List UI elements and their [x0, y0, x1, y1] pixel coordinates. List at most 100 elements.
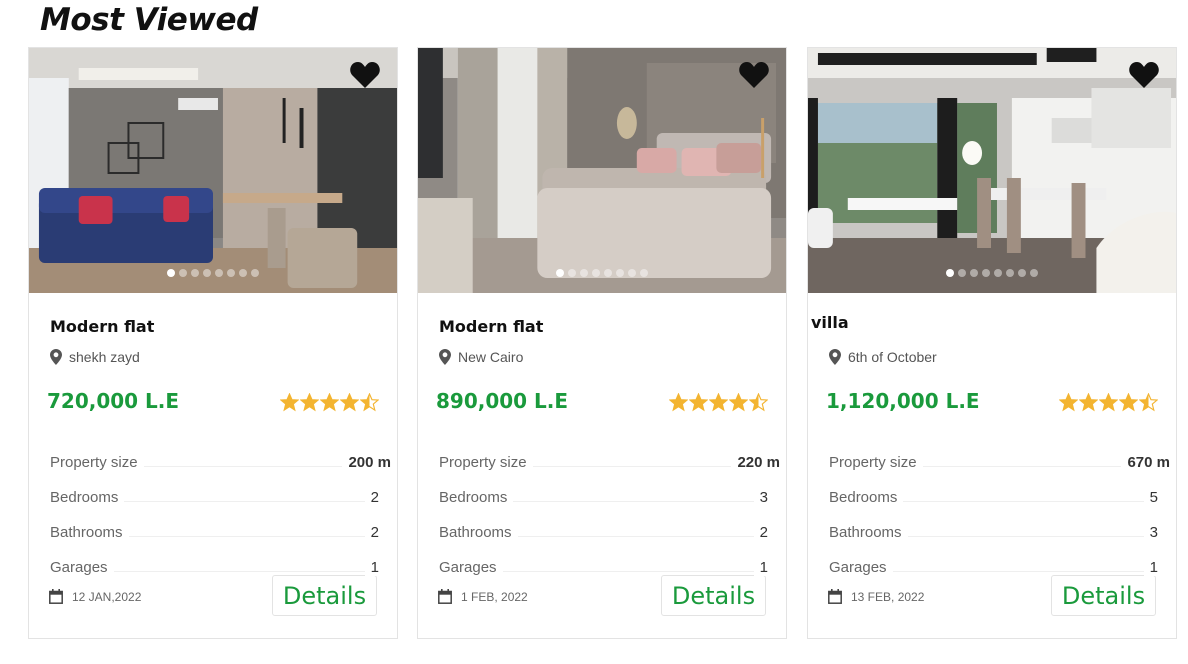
carousel-dot[interactable] [191, 269, 199, 277]
spec-bathrooms: Bathrooms 2 [50, 515, 379, 550]
living-room-photo [29, 48, 397, 293]
carousel-dot[interactable] [592, 269, 600, 277]
star-half-icon [360, 393, 379, 412]
star-full-icon [669, 393, 688, 412]
bedroom-photo [418, 48, 786, 293]
listing-title[interactable]: Modern flat [50, 317, 154, 336]
carousel-dots [556, 269, 648, 277]
carousel-dot[interactable] [239, 269, 247, 277]
spec-label: Bathrooms [50, 524, 129, 541]
dining-kitchen-photo [808, 48, 1176, 293]
carousel-dot[interactable] [568, 269, 576, 277]
location-pin-icon [439, 349, 451, 365]
star-full-icon [300, 393, 319, 412]
star-half-icon [749, 393, 768, 412]
favorite-heart-icon[interactable] [349, 60, 381, 90]
calendar-icon [438, 589, 452, 604]
listing-card[interactable]: villa 6th of October 1,120,000 L.E Prope… [807, 47, 1177, 639]
star-full-icon [1079, 393, 1098, 412]
spec-list: Property size 200 m Bedrooms 2 Bathrooms 2 … [50, 445, 391, 585]
calendar-icon [828, 589, 842, 604]
listing-location: shekh zayd [50, 349, 140, 365]
location-text: 6th of October [848, 349, 937, 365]
carousel-dot[interactable] [227, 269, 235, 277]
rating-stars [1059, 393, 1158, 412]
date-text: 1 FEB, 2022 [461, 589, 528, 604]
location-pin-icon [829, 349, 841, 365]
star-full-icon [320, 393, 339, 412]
location-pin-icon [50, 349, 62, 365]
spec-value: 3 [753, 489, 768, 506]
date-text: 13 FEB, 2022 [851, 589, 925, 604]
spec-list: Property size 220 m Bedrooms 3 Bathrooms 2 … [439, 445, 780, 585]
spec-property-size: Property size 200 m [50, 445, 391, 480]
carousel-dot[interactable] [215, 269, 223, 277]
calendar-icon [49, 589, 63, 604]
spec-label: Bedrooms [439, 489, 514, 506]
spec-label: Property size [829, 454, 923, 471]
carousel-dot[interactable] [580, 269, 588, 277]
spec-property-size: Property size 670 m [829, 445, 1170, 480]
spec-value: 200 m [342, 454, 391, 471]
listing-card[interactable]: Modern flat shekh zayd 720,000 L.E Prope… [28, 47, 398, 639]
spec-value: 1 [1143, 559, 1158, 576]
spec-value: 220 m [731, 454, 780, 471]
carousel-dot[interactable] [179, 269, 187, 277]
listing-title[interactable]: villa [811, 313, 849, 332]
carousel-dot[interactable] [628, 269, 636, 277]
carousel-dots [167, 269, 259, 277]
listing-photo[interactable] [418, 48, 786, 293]
star-full-icon [340, 393, 359, 412]
carousel-dot[interactable] [251, 269, 259, 277]
spec-label: Garages [50, 559, 114, 576]
star-full-icon [280, 393, 299, 412]
listing-photo[interactable] [29, 48, 397, 293]
star-full-icon [689, 393, 708, 412]
carousel-dot[interactable] [1030, 269, 1038, 277]
location-text: shekh zayd [69, 349, 140, 365]
listing-price: 890,000 L.E [436, 389, 569, 413]
spec-value: 670 m [1121, 454, 1170, 471]
carousel-dot[interactable] [946, 269, 954, 277]
spec-label: Bedrooms [50, 489, 125, 506]
spec-property-size: Property size 220 m [439, 445, 780, 480]
carousel-dot[interactable] [556, 269, 564, 277]
spec-label: Bathrooms [439, 524, 518, 541]
carousel-dot[interactable] [616, 269, 624, 277]
details-button[interactable]: Details [1051, 575, 1156, 616]
spec-value: 5 [1143, 489, 1158, 506]
rating-stars [280, 393, 379, 412]
spec-bedrooms: Bedrooms 5 [829, 480, 1158, 515]
carousel-dot[interactable] [982, 269, 990, 277]
star-full-icon [729, 393, 748, 412]
star-full-icon [1099, 393, 1118, 412]
listing-title[interactable]: Modern flat [439, 317, 543, 336]
star-full-icon [709, 393, 728, 412]
carousel-dot[interactable] [167, 269, 175, 277]
carousel-dot[interactable] [604, 269, 612, 277]
listing-date: 1 FEB, 2022 [438, 589, 528, 604]
details-button[interactable]: Details [272, 575, 377, 616]
date-text: 12 JAN,2022 [72, 589, 142, 604]
carousel-dot[interactable] [958, 269, 966, 277]
carousel-dot[interactable] [1018, 269, 1026, 277]
spec-label: Property size [439, 454, 533, 471]
carousel-dot[interactable] [994, 269, 1002, 277]
details-button[interactable]: Details [661, 575, 766, 616]
spec-list: Property size 670 m Bedrooms 5 Bathrooms 3 … [829, 445, 1170, 585]
carousel-dot[interactable] [640, 269, 648, 277]
favorite-heart-icon[interactable] [1128, 60, 1160, 90]
spec-label: Bathrooms [829, 524, 908, 541]
favorite-heart-icon[interactable] [738, 60, 770, 90]
carousel-dot[interactable] [1006, 269, 1014, 277]
carousel-dot[interactable] [970, 269, 978, 277]
listing-price: 1,120,000 L.E [826, 389, 980, 413]
carousel-dot[interactable] [203, 269, 211, 277]
listing-photo[interactable] [808, 48, 1176, 293]
spec-value: 2 [364, 524, 379, 541]
star-full-icon [1059, 393, 1078, 412]
spec-bedrooms: Bedrooms 3 [439, 480, 768, 515]
listing-card[interactable]: Modern flat New Cairo 890,000 L.E Proper… [417, 47, 787, 639]
section-title: Most Viewed [40, 2, 258, 38]
spec-value: 2 [364, 489, 379, 506]
